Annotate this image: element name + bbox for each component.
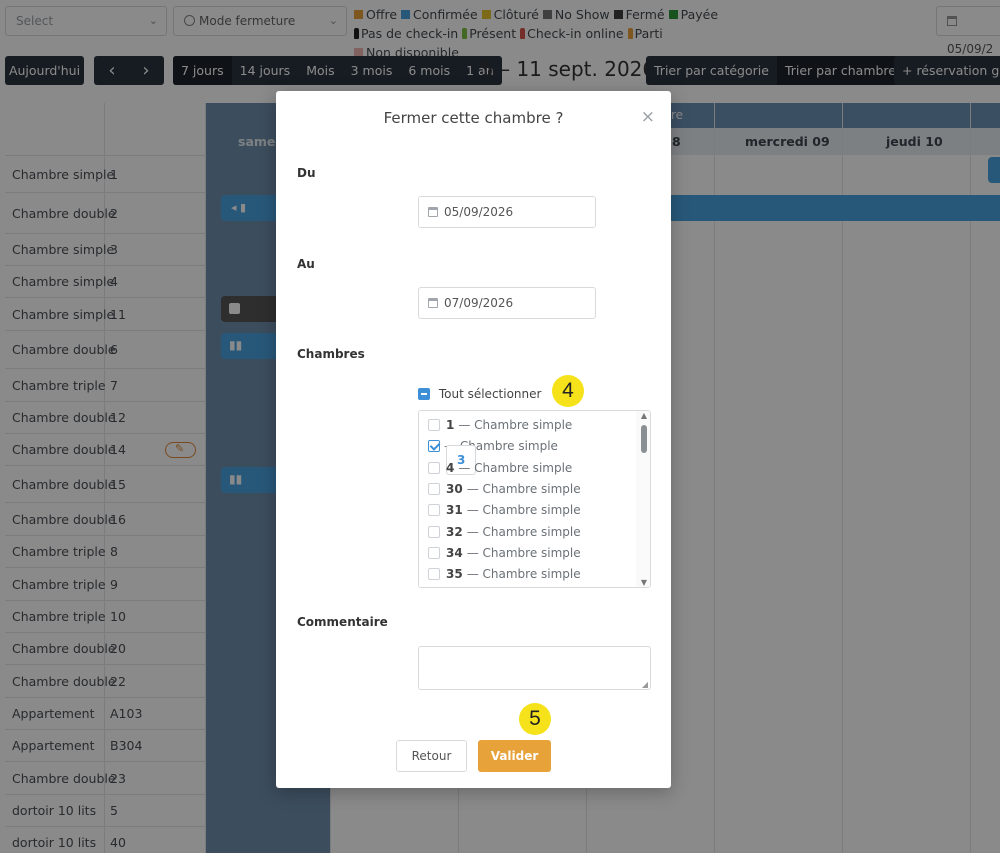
room-option-name: — Chambre simple	[466, 567, 581, 582]
room-option-number: 32	[446, 524, 463, 539]
room-option[interactable]: 1— Chambre simple	[428, 418, 572, 432]
resize-handle-icon[interactable]: ◢	[642, 680, 648, 689]
dialog-title: Fermer cette chambre ?	[383, 109, 564, 127]
room-option[interactable]: 3— Chambre simple	[428, 439, 558, 476]
checkbox-icon[interactable]	[428, 482, 440, 495]
checkbox-icon[interactable]	[428, 525, 440, 538]
room-option-name: — Chambre simple	[458, 418, 573, 432]
room-option[interactable]: 34— Chambre simple	[428, 546, 581, 560]
back-button[interactable]: Retour	[396, 740, 467, 772]
checkbox-icon[interactable]	[428, 440, 440, 453]
room-option-number: 34	[446, 545, 463, 560]
close-icon[interactable]: ×	[641, 107, 655, 127]
room-option[interactable]: 32— Chambre simple	[428, 525, 581, 539]
step-badge: 5	[519, 703, 551, 735]
scrollbar[interactable]: ▲ ▼	[636, 411, 650, 587]
room-option-name: — Chambre simple	[466, 481, 581, 496]
to-label: Au	[297, 257, 315, 271]
checkbox-icon[interactable]	[428, 568, 440, 581]
calendar-icon	[428, 207, 438, 217]
from-date-value: 05/09/2026	[444, 205, 514, 219]
scroll-up-icon[interactable]: ▲	[641, 411, 647, 420]
rooms-label: Chambres	[297, 347, 365, 361]
room-option-number: 35	[446, 567, 463, 582]
rooms-listbox[interactable]: ▲ ▼ 1— Chambre simple 3— Chambre simple 4—…	[418, 410, 651, 588]
from-date-input[interactable]: 05/09/2026	[418, 196, 596, 228]
room-option-name: — Chambre simple	[458, 460, 573, 475]
select-all-check-icon	[418, 388, 430, 400]
from-label: Du	[297, 166, 316, 180]
step-badge: 4	[552, 375, 584, 407]
room-option-name: — Chambre simple	[466, 545, 581, 560]
room-option-number: 31	[446, 503, 463, 518]
room-option-number: 4	[446, 460, 455, 475]
room-option[interactable]: 31— Chambre simple	[428, 503, 581, 517]
room-option-number: 30	[446, 481, 463, 496]
to-date-value: 07/09/2026	[444, 296, 514, 310]
checkbox-icon[interactable]	[428, 419, 440, 431]
checkbox-icon[interactable]	[428, 461, 440, 474]
scroll-down-icon[interactable]: ▼	[641, 578, 647, 587]
scrollbar-thumb[interactable]	[641, 425, 647, 453]
room-option[interactable]: 30— Chambre simple	[428, 482, 581, 496]
calendar-icon	[428, 298, 438, 308]
room-option[interactable]: 35— Chambre simple	[428, 567, 581, 581]
room-option-number: 1	[446, 418, 455, 432]
checkbox-icon[interactable]	[428, 546, 440, 559]
room-option-name: — Chambre simple	[466, 524, 581, 539]
checkbox-icon[interactable]	[428, 504, 440, 517]
submit-button[interactable]: Valider	[478, 740, 551, 772]
close-room-dialog: Fermer cette chambre ? × Du 05/09/2026 A…	[276, 91, 671, 788]
select-all-label: Tout sélectionner	[438, 387, 542, 401]
room-option-name: — Chambre simple	[466, 503, 581, 518]
select-all-checkbox[interactable]: Tout sélectionner	[418, 387, 541, 401]
to-date-input[interactable]: 07/09/2026	[418, 287, 596, 319]
comment-label: Commentaire	[297, 615, 388, 629]
comment-textarea[interactable]: ◢	[418, 646, 651, 690]
room-option[interactable]: 4— Chambre simple	[428, 461, 572, 475]
